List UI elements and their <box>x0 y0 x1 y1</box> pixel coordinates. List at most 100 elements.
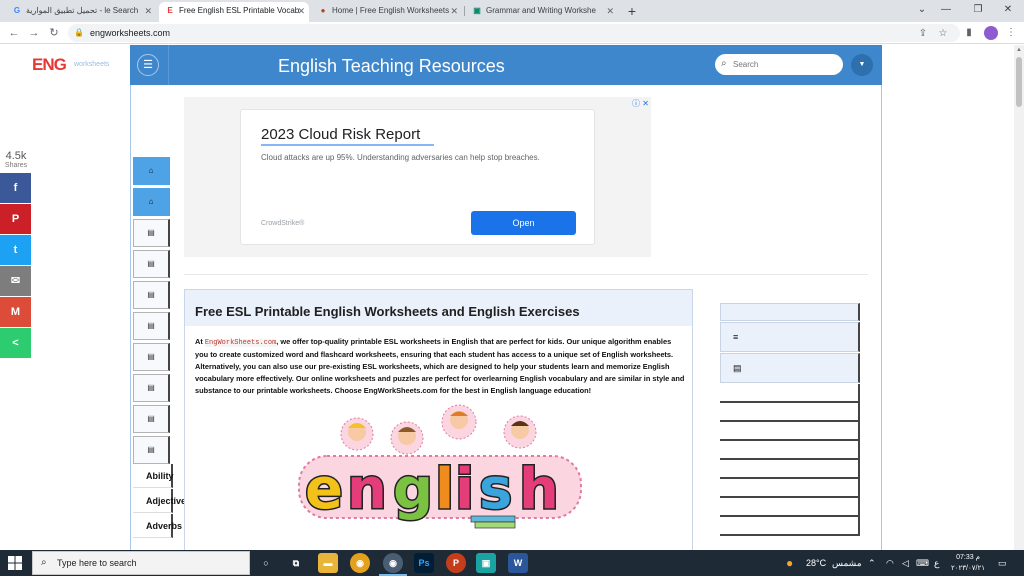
reload-icon[interactable]: ↻ <box>46 25 62 41</box>
site-search-box[interactable]: ⌕ <box>715 54 843 75</box>
taskbar-clock[interactable]: 07:33 م ٢٠٢٣/٠٧/٢١ <box>950 552 986 574</box>
app-icon[interactable]: ▣ <box>476 553 496 573</box>
document-icon: ▤ <box>147 352 155 361</box>
profile-avatar[interactable] <box>984 26 998 40</box>
right-sidebar-line[interactable] <box>720 517 860 536</box>
left-menu-item[interactable]: ▤ <box>133 343 170 371</box>
document-icon: ▤ <box>147 259 155 268</box>
ad-card[interactable]: 2023 Cloud Risk Report Cloud attacks are… <box>240 109 595 245</box>
gmail-icon: M <box>10 306 21 318</box>
windows-start-icon[interactable] <box>8 556 22 570</box>
address-bar[interactable]: 🔒 engworksheets.com ⇪ ☆ <box>68 24 960 42</box>
tab-close-icon[interactable]: ✕ <box>450 2 458 20</box>
side-panel-icon[interactable]: ▮ <box>962 26 976 40</box>
search-icon[interactable]: ⌕ <box>721 58 727 70</box>
word-icon[interactable]: W <box>508 553 528 573</box>
share-page-icon[interactable]: ⇪ <box>916 27 930 41</box>
weather-icon[interactable]: ● <box>786 550 793 576</box>
powerpoint-icon[interactable]: P <box>446 553 466 573</box>
page-scrollbar[interactable]: ▲ <box>1014 45 1024 550</box>
gmail-share-button[interactable]: M <box>0 297 31 327</box>
document-icon: ▤ <box>147 414 155 423</box>
scroll-up-icon[interactable]: ▲ <box>1016 47 1022 53</box>
sharethis-share-button[interactable]: < <box>0 328 31 358</box>
left-menu-adjectives[interactable]: Adjectives <box>133 489 191 513</box>
right-sidebar-item[interactable]: ▤ <box>720 353 860 383</box>
tab-close-icon[interactable]: ✕ <box>144 2 152 20</box>
left-menu-adverbs[interactable]: Adverbs <box>133 514 182 538</box>
keyboard-icon[interactable]: ⌨ <box>916 550 929 576</box>
left-menu-item[interactable]: ▤ <box>133 281 170 309</box>
email-share-button[interactable]: ✉ <box>0 266 31 296</box>
cortana-icon[interactable]: ○ <box>256 553 276 573</box>
volume-icon[interactable]: ◁ <box>902 550 909 576</box>
chrome-profile-icon[interactable]: ◉ <box>383 553 403 573</box>
task-view-icon[interactable]: ⧉ <box>286 553 306 573</box>
right-sidebar-line[interactable] <box>720 441 860 460</box>
bookmark-star-icon[interactable]: ☆ <box>936 27 950 41</box>
tab-title: Grammar and Writing Workshe <box>486 6 596 15</box>
left-menu-item[interactable]: ▤ <box>133 312 170 340</box>
logo-text: ENG <box>32 55 67 74</box>
left-menu-item[interactable]: ▤ <box>133 219 170 247</box>
home-icon: ⌂ <box>148 166 154 175</box>
url-text[interactable]: engworksheets.com <box>90 24 170 42</box>
browser-menu-icon[interactable]: ⋮ <box>1004 26 1018 40</box>
pinterest-icon: P <box>11 213 20 225</box>
weather-temp[interactable]: 28°C <box>806 550 826 576</box>
ad-choices-icon[interactable]: ⓘ ✕ <box>632 98 649 109</box>
language-indicator[interactable]: ع <box>934 550 939 576</box>
wifi-icon[interactable]: ◠ <box>886 550 894 576</box>
site-title[interactable]: English Teaching Resources <box>278 56 505 77</box>
minimize-icon[interactable]: — <box>936 2 956 18</box>
scrollbar-thumb[interactable] <box>1016 57 1022 107</box>
window-close-icon[interactable]: ✕ <box>998 2 1018 18</box>
left-menu-home[interactable]: ⌂ <box>133 188 170 216</box>
tab-home-free-english[interactable]: ● Home | Free English Worksheets ✕ <box>312 2 462 22</box>
right-sidebar-line[interactable] <box>720 460 860 479</box>
right-sidebar-line[interactable] <box>720 403 860 422</box>
ad-open-button[interactable]: Open <box>471 211 576 235</box>
site-name-code: EngWorkSheets.com <box>204 339 277 347</box>
taskbar-search[interactable]: ⌕ Type here to search <box>32 551 250 575</box>
chrome-icon[interactable]: ◉ <box>350 553 370 573</box>
chevron-down-icon[interactable]: ▼ <box>851 54 873 76</box>
tab-separator <box>464 6 465 16</box>
tab-google-search[interactable]: G تحميل تطبيق الموارية - le Search ✕ <box>6 2 156 22</box>
right-sidebar-line[interactable] <box>720 384 860 403</box>
left-menu-home[interactable]: ⌂ <box>133 157 170 185</box>
photoshop-icon[interactable]: Ps <box>414 553 434 573</box>
tab-close-icon[interactable]: ✕ <box>606 2 614 20</box>
left-menu-ability[interactable]: Ability <box>133 464 174 488</box>
left-menu-item[interactable]: ▤ <box>133 405 170 433</box>
forward-arrow-icon[interactable]: → <box>26 25 42 41</box>
right-sidebar-item[interactable]: ≡ <box>720 322 860 352</box>
ad-text: Cloud attacks are up 95%. Understanding … <box>261 153 540 162</box>
pinterest-share-button[interactable]: P <box>0 204 31 234</box>
tab-close-icon[interactable]: ✕ <box>297 2 305 20</box>
hamburger-menu-icon[interactable]: ☰ <box>137 54 159 76</box>
right-sidebar-line[interactable] <box>720 422 860 441</box>
left-menu-item[interactable]: ▤ <box>133 436 170 464</box>
left-menu-item[interactable]: ▤ <box>133 374 170 402</box>
tray-chevron-icon[interactable]: ⌃ <box>868 550 876 576</box>
notification-icon[interactable]: ▭ <box>998 550 1007 576</box>
back-arrow-icon[interactable]: ← <box>6 25 22 41</box>
tab-engworksheets[interactable]: E Free English ESL Printable Vocab ✕ <box>159 2 309 22</box>
tab-grammar-writing[interactable]: ▣ Grammar and Writing Workshe ✕ <box>466 2 618 22</box>
twitter-share-button[interactable]: t <box>0 235 31 265</box>
ad-brand: CrowdStrike® <box>261 220 305 227</box>
tab-search-chevron-icon[interactable]: ⌄ <box>912 2 932 18</box>
lock-icon[interactable]: 🔒 <box>74 27 84 38</box>
search-input[interactable] <box>733 57 837 71</box>
new-tab-button[interactable]: + <box>624 2 640 20</box>
file-explorer-icon[interactable]: ▬ <box>318 553 338 573</box>
weather-label[interactable]: مشمس <box>832 550 862 576</box>
site-logo[interactable]: ENG worksheets <box>24 45 130 85</box>
right-sidebar-line[interactable] <box>720 498 860 517</box>
facebook-share-button[interactable]: f <box>0 173 31 203</box>
ad-title[interactable]: 2023 Cloud Risk Report <box>261 126 420 143</box>
restore-icon[interactable]: ❐ <box>968 2 988 18</box>
left-menu-item[interactable]: ▤ <box>133 250 170 278</box>
right-sidebar-line[interactable] <box>720 479 860 498</box>
